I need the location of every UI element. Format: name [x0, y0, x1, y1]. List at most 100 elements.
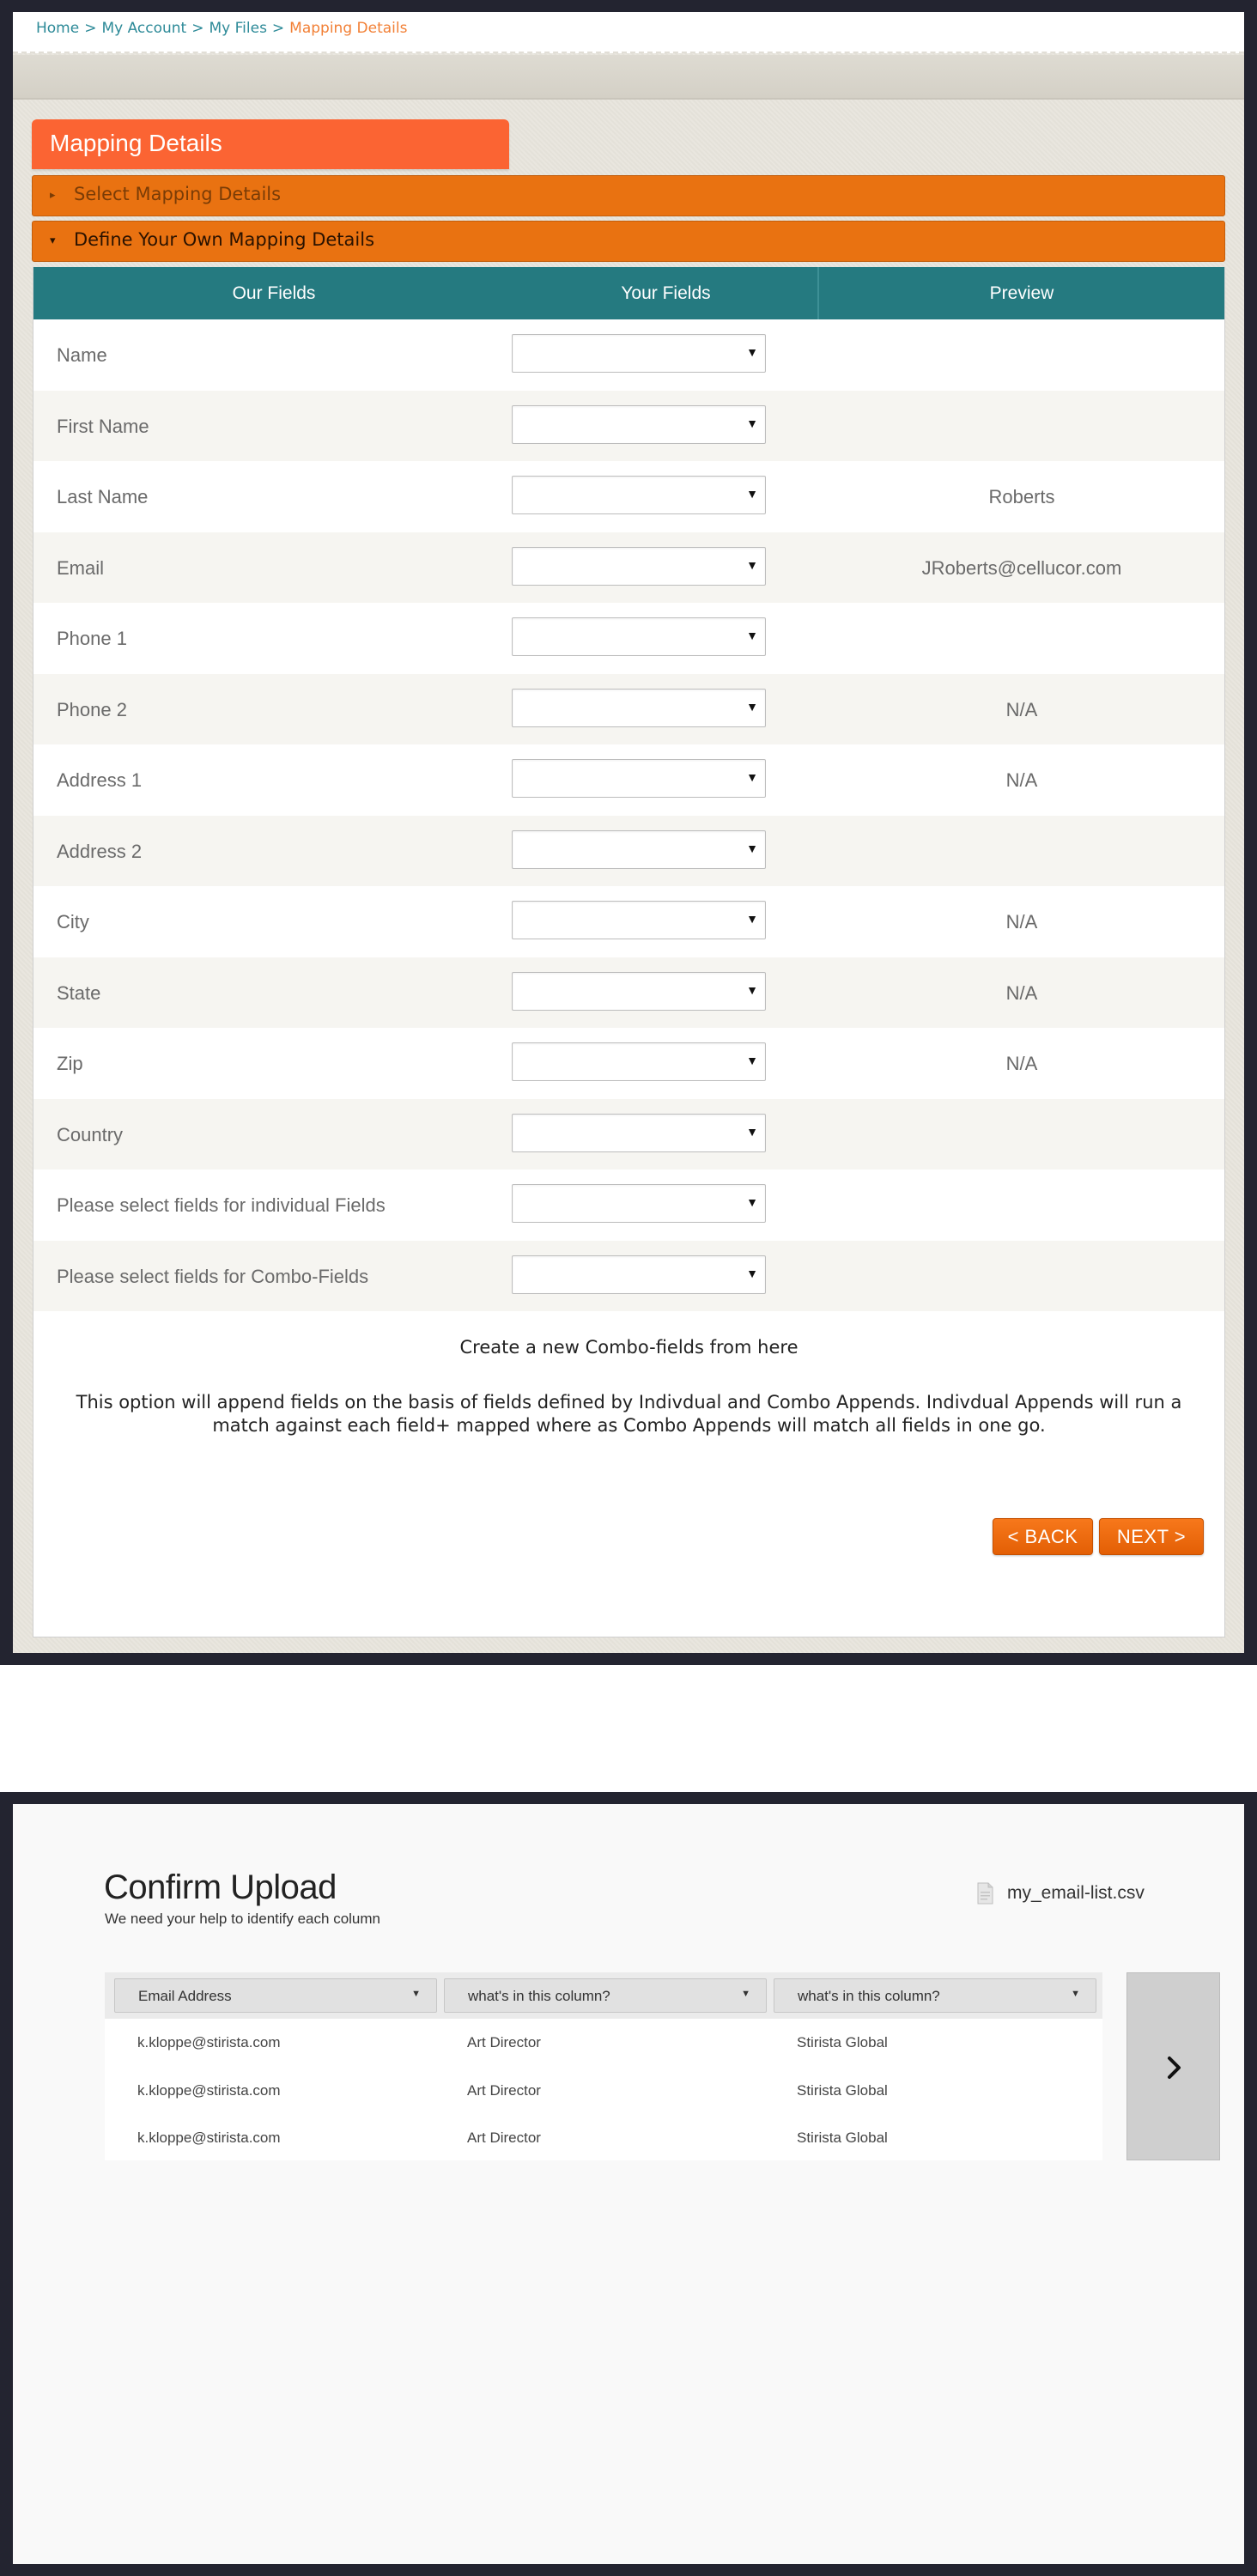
page-title: Confirm Upload — [104, 1868, 337, 1906]
your-field-select[interactable]: ▼ — [512, 617, 766, 656]
table-row: City ▼ N/A — [33, 886, 1224, 957]
field-label: City — [57, 911, 89, 933]
column-header-our-fields: Our Fields — [232, 283, 316, 303]
cell-value: Art Director — [467, 2081, 541, 2099]
chevron-right-icon — [1168, 2057, 1181, 2079]
column-header-preview: Preview — [989, 283, 1054, 303]
cell-value: Stirista Global — [797, 2129, 888, 2146]
table-row: Phone 1 ▼ — [33, 603, 1224, 673]
breadcrumb-separator: > — [191, 20, 204, 37]
page-title: Mapping Details — [50, 130, 222, 156]
caret-down-icon: ▼ — [746, 1266, 758, 1280]
caret-down-icon: ▼ — [746, 1195, 758, 1209]
caret-down-icon: ▼ — [746, 557, 758, 572]
table-row: Address 2 ▼ — [33, 815, 1224, 886]
table-row: Last Name ▼ Roberts — [33, 461, 1224, 532]
accordion-select-mapping[interactable]: ▸ Select Mapping Details — [32, 175, 1225, 216]
breadcrumb-separator: > — [84, 20, 97, 37]
table-row: Please select fields for Combo-Fields ▼ — [33, 1240, 1224, 1311]
create-combo-fields-link[interactable]: Create a new Combo-fields from here — [33, 1337, 1224, 1358]
field-label: Name — [57, 344, 107, 366]
breadcrumb-home[interactable]: Home — [36, 20, 79, 37]
file-icon — [977, 1882, 993, 1905]
your-field-select[interactable]: ▼ — [512, 476, 766, 514]
caret-down-icon: ▼ — [746, 416, 758, 430]
next-button[interactable]: NEXT > — [1099, 1518, 1204, 1555]
toolbar-strip — [13, 55, 1244, 100]
caret-down-icon: ▼ — [746, 1124, 758, 1139]
your-field-select[interactable]: ▼ — [512, 829, 766, 869]
breadcrumb: Home > My Account > My Files > Mapping Details — [13, 12, 1244, 53]
preview-row: k.kloppe@stirista.com Art Director Stirist… — [105, 2114, 1102, 2161]
breadcrumb-current: Mapping Details — [289, 20, 408, 37]
table-row: Phone 2 ▼ N/A — [33, 673, 1224, 744]
field-label: Phone 1 — [57, 628, 127, 649]
field-label: State — [57, 981, 101, 1004]
field-label: Last Name — [57, 486, 149, 507]
next-columns-button[interactable] — [1126, 1972, 1220, 2160]
select-value: what's in this column? — [798, 1988, 940, 2004]
your-field-select[interactable]: ▼ — [512, 404, 766, 444]
cell-value: k.kloppe@stirista.com — [137, 2034, 281, 2050]
back-button[interactable]: < BACK — [993, 1518, 1093, 1555]
accordion-label: Define Your Own Mapping Details — [74, 229, 375, 250]
caret-down-icon: ▼ — [746, 699, 758, 714]
your-field-select[interactable]: ▼ — [512, 759, 766, 798]
breadcrumb-my-files[interactable]: My Files — [209, 20, 266, 37]
caret-down-icon: ▼ — [746, 345, 758, 359]
field-label: Please select fields for individual Fiel… — [57, 1194, 386, 1216]
your-field-select[interactable]: ▼ — [512, 546, 766, 586]
preview-value: Roberts — [988, 486, 1055, 507]
preview-value: N/A — [1005, 698, 1038, 720]
table-row: Zip ▼ N/A — [33, 1028, 1224, 1098]
table-header: Our Fields Your Fields Preview — [33, 267, 1224, 319]
select-value: Email Address — [138, 1988, 232, 2004]
table-row: Address 1 ▼ N/A — [33, 744, 1224, 815]
your-field-select[interactable]: ▼ — [512, 901, 766, 939]
column-preview-table: Email Address ▼ what's in this column? ▼… — [105, 1972, 1102, 2160]
cell-value: k.kloppe@stirista.com — [137, 2129, 281, 2146]
table-row: Name ▼ — [33, 319, 1224, 390]
column-type-select[interactable]: what's in this column? ▼ — [444, 1978, 767, 2013]
confirm-screen-frame: Confirm Upload We need your help to iden… — [0, 1792, 1257, 2576]
column-type-select[interactable]: what's in this column? ▼ — [774, 1978, 1096, 2013]
preview-value: N/A — [1005, 981, 1038, 1004]
accordion-define-mapping[interactable]: ▾ Define Your Own Mapping Details — [32, 221, 1225, 262]
preview-value: N/A — [1005, 1053, 1038, 1074]
your-field-select[interactable]: ▼ — [512, 1184, 766, 1223]
column-type-select[interactable]: Email Address ▼ — [114, 1978, 437, 2013]
mapping-table: Our Fields Your Fields Preview Name ▼ Firs… — [33, 267, 1225, 1637]
breadcrumb-my-account[interactable]: My Account — [101, 20, 186, 37]
cell-value: Stirista Global — [797, 2034, 888, 2050]
caret-down-icon: ▼ — [746, 982, 758, 997]
caret-down-icon: ▼ — [746, 912, 758, 926]
table-row: First Name ▼ — [33, 390, 1224, 461]
table-row: Please select fields for individual Fiel… — [33, 1170, 1224, 1240]
mapping-screen-frame: Home > My Account > My Files > Mapping Details… — [0, 0, 1257, 1665]
your-field-select[interactable]: ▼ — [512, 1042, 766, 1081]
caret-down-icon: ▼ — [746, 487, 758, 501]
field-label: Phone 2 — [57, 698, 127, 720]
your-field-select[interactable]: ▼ — [512, 971, 766, 1011]
your-field-select[interactable]: ▼ — [512, 334, 766, 373]
cell-value: Stirista Global — [797, 2081, 888, 2099]
your-field-select[interactable]: ▼ — [512, 688, 766, 727]
field-label: First Name — [57, 415, 149, 437]
caret-down-icon: ▼ — [1071, 1989, 1080, 1999]
caret-down-icon: ▼ — [746, 841, 758, 855]
your-field-select[interactable]: ▼ — [512, 1113, 766, 1152]
caret-down-icon: ▼ — [746, 629, 758, 642]
caret-down-icon: ▼ — [411, 1989, 421, 1999]
your-field-select[interactable]: ▼ — [512, 1255, 766, 1294]
cell-value: Art Director — [467, 2129, 541, 2146]
field-label: Address 1 — [57, 769, 143, 791]
preview-row: k.kloppe@stirista.com Art Director Stirist… — [105, 2067, 1102, 2114]
page-title-tab: Mapping Details — [32, 119, 509, 169]
append-note: This option will append fields on the ba… — [76, 1392, 1182, 1436]
caret-down-icon: ▼ — [746, 1054, 758, 1067]
field-label: Country — [57, 1123, 124, 1145]
cell-value: Art Director — [467, 2034, 541, 2050]
table-row: State ▼ N/A — [33, 957, 1224, 1028]
column-selector-row: Email Address ▼ what's in this column? ▼… — [105, 1972, 1102, 2019]
field-label: Please select fields for Combo-Fields — [57, 1265, 369, 1287]
